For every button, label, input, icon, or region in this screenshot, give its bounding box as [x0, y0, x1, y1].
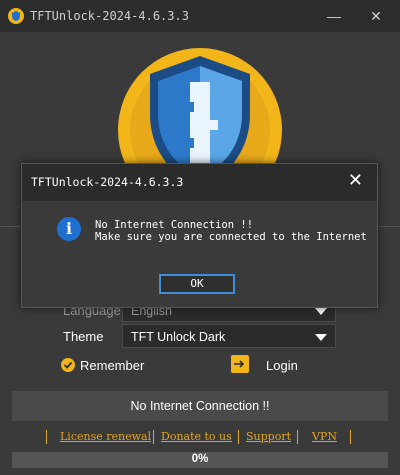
- vpn-link[interactable]: VPN: [312, 430, 337, 443]
- login-icon[interactable]: [231, 355, 249, 373]
- dialog-message-line1: No Internet Connection !!: [95, 219, 254, 231]
- link-separator: [46, 430, 47, 444]
- dialog-close-button[interactable]: ✕: [348, 170, 363, 191]
- support-link[interactable]: Support: [246, 430, 291, 443]
- remember-label: Remember: [80, 358, 145, 373]
- theme-value: TFT Unlock Dark: [131, 330, 226, 344]
- theme-label: Theme: [63, 329, 104, 344]
- minimize-button[interactable]: —: [324, 6, 344, 26]
- checkmark-icon: [63, 361, 73, 369]
- close-button[interactable]: ✕: [366, 6, 386, 26]
- donate-link[interactable]: Donate to us: [161, 430, 232, 443]
- chevron-down-icon: [315, 334, 327, 341]
- ok-button[interactable]: OK: [159, 274, 235, 294]
- title-bar: TFTUnlock-2024-4.6.3.3 — ✕: [0, 0, 400, 32]
- theme-select[interactable]: TFT Unlock Dark: [122, 324, 336, 348]
- footer-links: License renewal Donate to us Support VPN: [0, 430, 400, 446]
- dialog-body: i No Internet Connection !! Make sure yo…: [22, 201, 377, 307]
- link-separator: [297, 430, 298, 444]
- status-bar: No Internet Connection !!: [12, 391, 388, 421]
- login-button[interactable]: Login: [266, 358, 298, 373]
- remember-checkbox[interactable]: [61, 358, 75, 372]
- link-separator: [350, 430, 351, 444]
- app-icon: [8, 8, 24, 24]
- link-separator: [238, 430, 239, 444]
- status-text: No Internet Connection !!: [130, 399, 270, 413]
- info-icon: i: [57, 217, 81, 241]
- link-separator: [153, 430, 154, 444]
- progress-bar: 0%: [12, 452, 388, 468]
- dialog-message: No Internet Connection !! Make sure you …: [95, 219, 367, 243]
- license-renewal-link[interactable]: License renewal: [60, 430, 151, 443]
- window-title: TFTUnlock-2024-4.6.3.3: [30, 9, 189, 23]
- dialog-message-line2: Make sure you are connected to the Inter…: [95, 231, 367, 243]
- chevron-down-icon: [315, 308, 327, 315]
- dialog-title: TFTUnlock-2024-4.6.3.3: [31, 175, 184, 189]
- message-dialog: TFTUnlock-2024-4.6.3.3 ✕ i No Internet C…: [21, 163, 378, 308]
- progress-label: 0%: [191, 453, 209, 465]
